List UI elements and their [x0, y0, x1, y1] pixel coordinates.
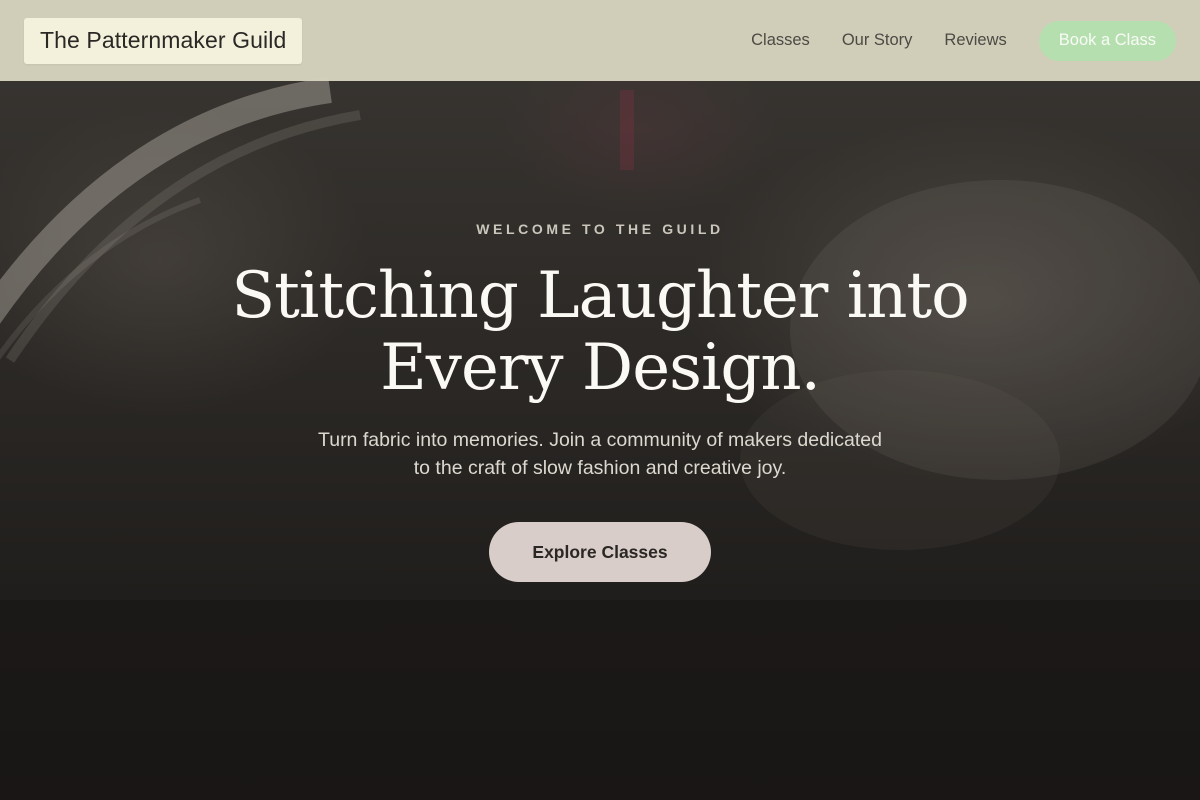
book-a-class-button[interactable]: Book a Class — [1038, 20, 1176, 61]
explore-classes-button[interactable]: Explore Classes — [489, 522, 711, 582]
hero-subtext-line-1: Turn fabric into memories. Join a commun… — [318, 429, 882, 451]
hero-subtext: Turn fabric into memories. Join a commun… — [260, 426, 940, 482]
hero-headline: Stitching Laughter into Every Design. — [150, 260, 1050, 404]
site-logo[interactable]: The Patternmaker Guild — [24, 17, 303, 64]
nav-link-our-story[interactable]: Our Story — [842, 31, 913, 50]
site-header: The Patternmaker Guild Classes Our Story… — [0, 0, 1200, 81]
hero-headline-line-2: Every Design. — [380, 331, 821, 405]
hero-eyebrow: WELCOME TO THE GUILD — [476, 221, 724, 237]
nav-link-classes[interactable]: Classes — [751, 31, 810, 50]
hero-subtext-line-2: to the craft of slow fashion and creativ… — [413, 457, 787, 479]
hero-headline-line-1: Stitching Laughter into — [231, 259, 969, 333]
main-nav: Classes Our Story Reviews Book a Class — [751, 20, 1176, 61]
nav-link-reviews[interactable]: Reviews — [944, 31, 1006, 50]
